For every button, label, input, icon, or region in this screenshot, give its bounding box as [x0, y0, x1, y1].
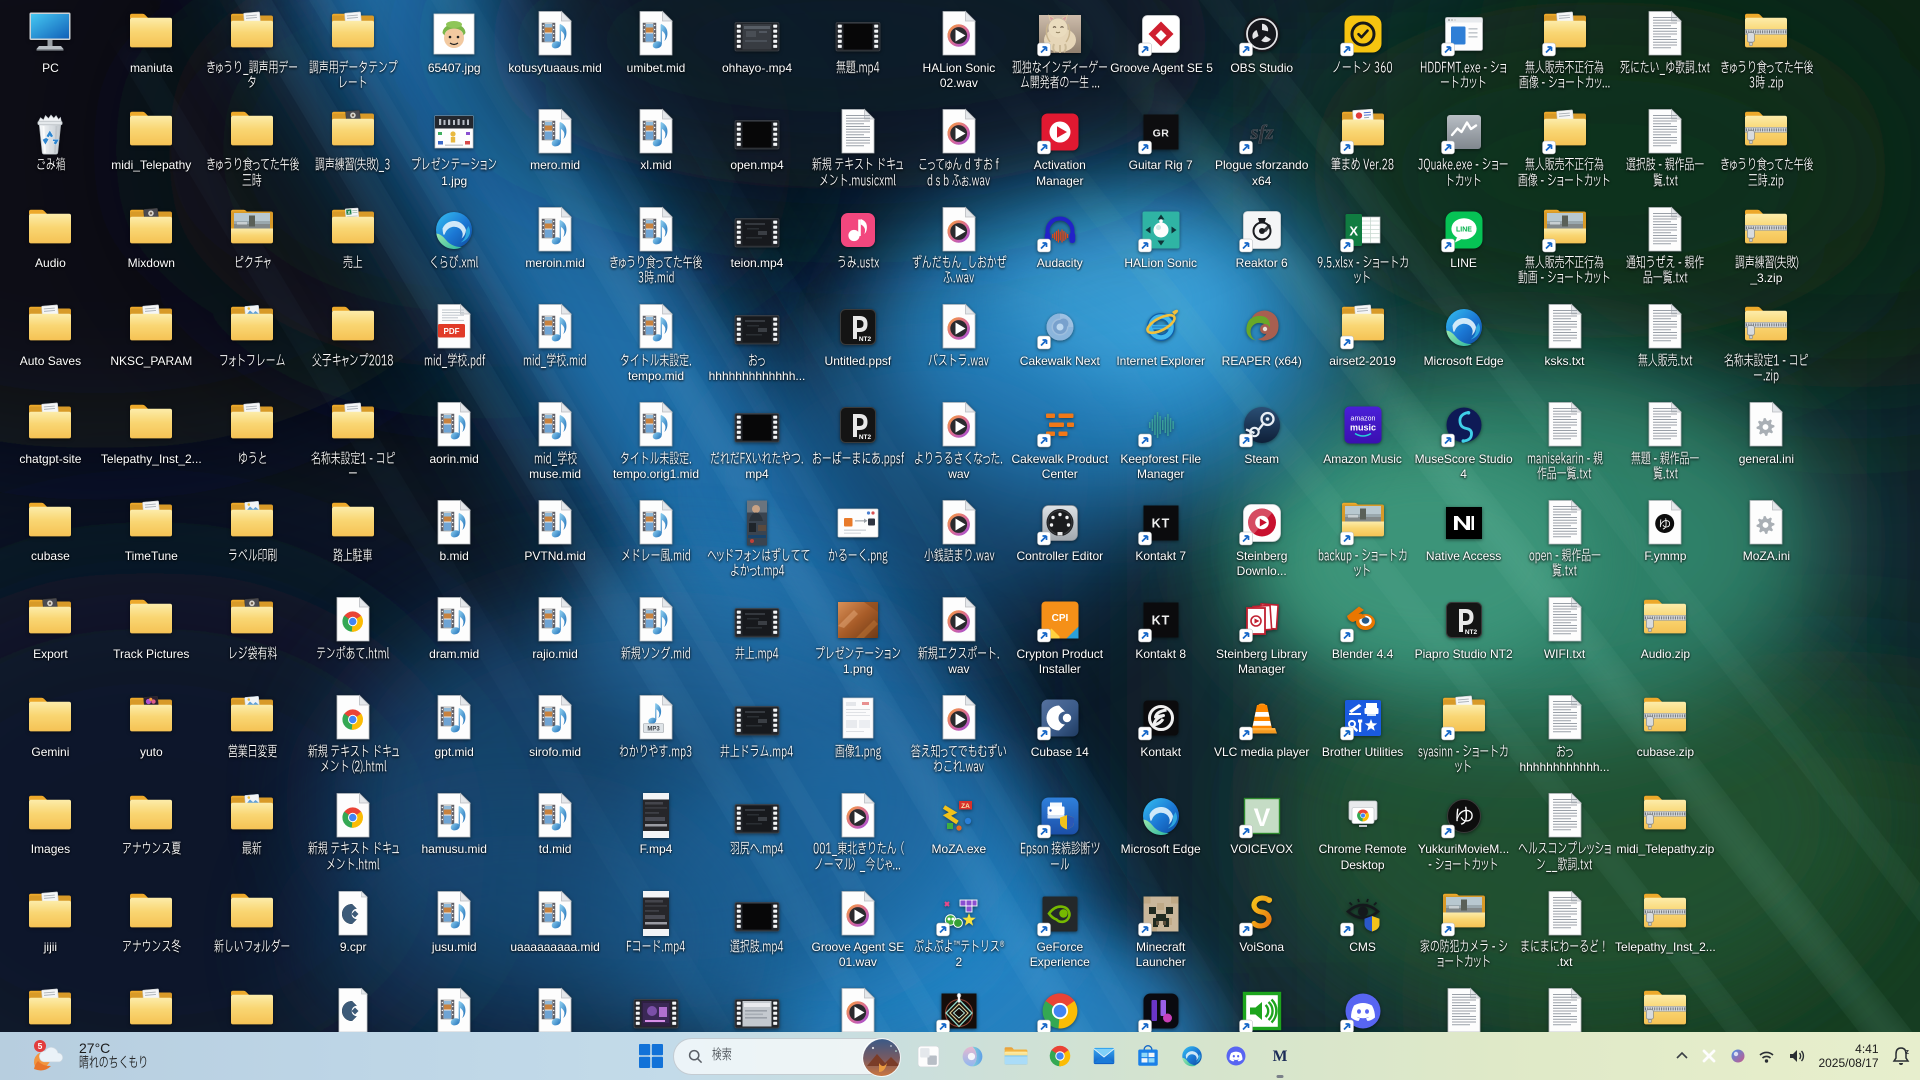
svg-text:z: z: [1906, 1049, 1910, 1056]
svg-text:M: M: [1273, 1048, 1288, 1065]
svg-text:5: 5: [38, 1041, 43, 1051]
